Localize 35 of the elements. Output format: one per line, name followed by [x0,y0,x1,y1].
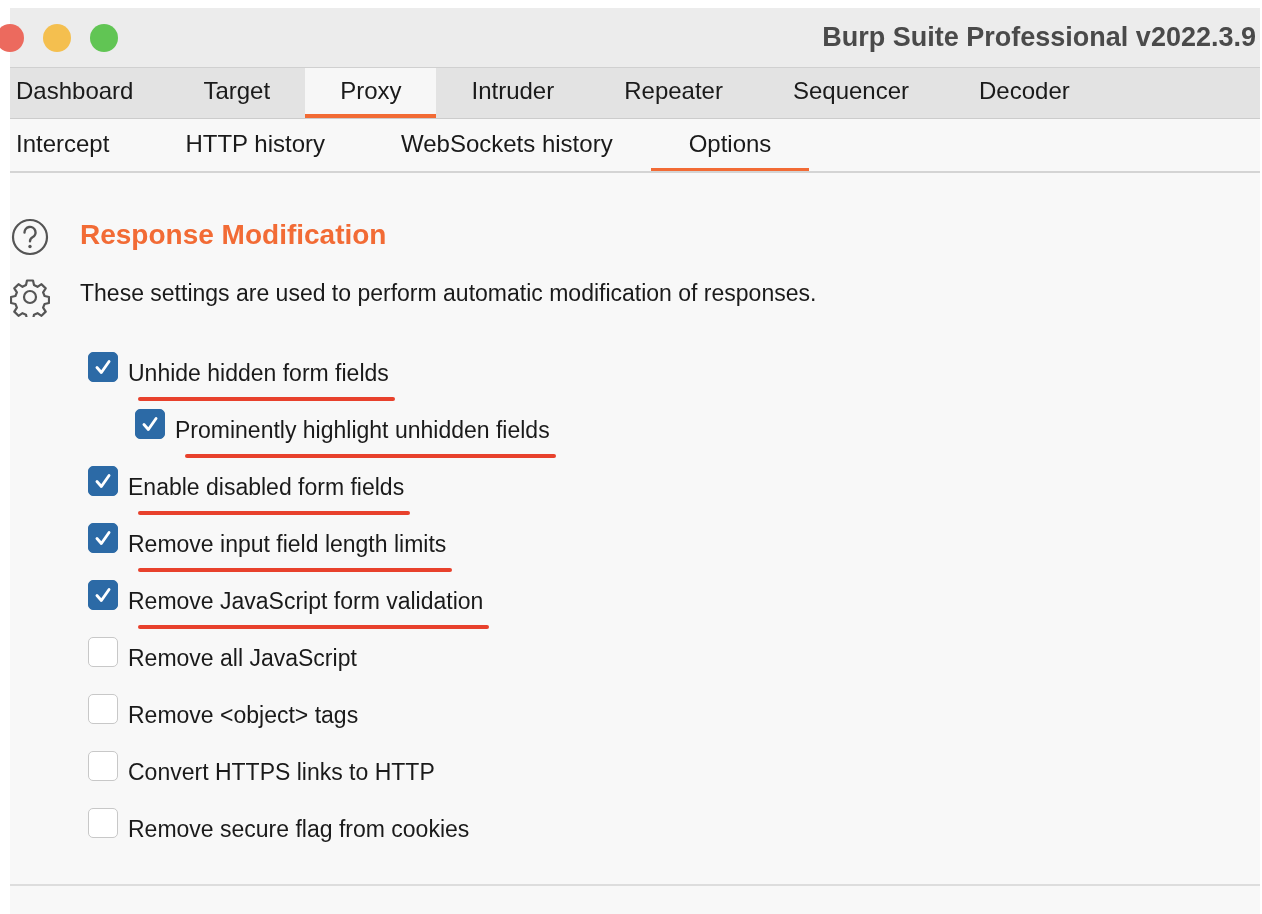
option-label: Enable disabled form fields [128,473,405,500]
tab[interactable]: Sequencer [757,68,945,118]
tab[interactable]: Target [168,68,306,118]
option-label: Remove secure flag from cookies [128,815,470,842]
option-label: Remove JavaScript form validation [128,587,484,614]
checkbox[interactable] [88,751,118,781]
checkbox[interactable] [88,580,118,610]
checkbox[interactable] [88,637,118,667]
close-button[interactable] [0,23,24,52]
option-label: Convert HTTPS links to HTTP [128,758,435,785]
option-label: Remove all JavaScript [128,644,357,671]
section-description: These settings are used to perform automatic modification of responses. [80,279,818,308]
window-title: Burp Suite Professional v2022.3.9 [822,22,1256,53]
help-icon[interactable] [10,217,50,257]
tab[interactable]: Intercept [10,119,148,171]
tab[interactable]: Repeater [589,68,758,118]
option-label: Unhide hidden form fields [128,359,389,386]
tab[interactable]: Decoder [944,68,1105,118]
checkbox[interactable] [88,808,118,838]
section-heading: Response Modification [80,218,388,252]
settings-icon[interactable] [10,277,50,317]
option-label: Remove input field length limits [128,530,447,557]
checkbox[interactable] [88,466,118,496]
checkbox[interactable] [88,523,118,553]
tab[interactable]: Proxy [305,68,437,118]
tab[interactable]: WebSockets history [363,119,651,171]
tab[interactable]: Options [650,119,810,171]
tab[interactable]: Dashboard [10,68,169,118]
tab[interactable]: HTTP history [147,119,363,171]
checkbox[interactable] [88,694,118,724]
option-label: Remove <object> tags [128,701,359,728]
checkbox[interactable] [88,352,118,382]
checkbox[interactable] [135,409,165,439]
tab[interactable]: Intruder [436,68,590,118]
option-label: Prominently highlight unhidden fields [175,416,550,443]
